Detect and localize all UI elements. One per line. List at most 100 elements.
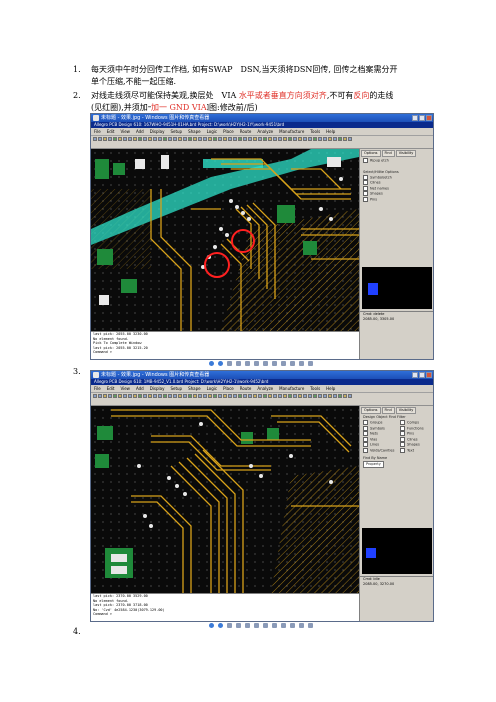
save-icon[interactable] (308, 622, 313, 628)
tool-icon[interactable] (338, 137, 342, 141)
tool-icon[interactable] (223, 394, 227, 398)
tool-icon[interactable] (203, 394, 207, 398)
tool-icon[interactable] (338, 394, 342, 398)
tool-icon[interactable] (318, 394, 322, 398)
tool-icon[interactable] (278, 394, 282, 398)
tool-icon[interactable] (163, 394, 167, 398)
tool-icon[interactable] (138, 394, 142, 398)
zoom-out-icon[interactable] (263, 622, 268, 628)
tool-icon[interactable] (243, 137, 247, 141)
tool-icon[interactable] (298, 137, 302, 141)
prev-icon[interactable] (209, 622, 214, 628)
tool-icon[interactable] (138, 137, 142, 141)
menu-view[interactable]: View (120, 386, 130, 391)
tool-icon[interactable] (303, 394, 307, 398)
menu-route[interactable]: Route (240, 386, 252, 391)
tool-icon[interactable] (228, 137, 232, 141)
tool-icon[interactable] (273, 137, 277, 141)
actual-size-icon[interactable] (236, 622, 241, 628)
tool-icon[interactable] (323, 394, 327, 398)
tool-icon[interactable] (178, 394, 182, 398)
menu-logic[interactable]: Logic (207, 386, 217, 391)
tool-icon[interactable] (208, 137, 212, 141)
pcb-canvas[interactable] (91, 406, 359, 593)
tool-icon[interactable] (233, 137, 237, 141)
tool-icon[interactable] (133, 394, 137, 398)
tool-icon[interactable] (113, 394, 117, 398)
close-icon[interactable] (426, 372, 432, 378)
menu-tools[interactable]: Tools (310, 386, 320, 391)
tool-icon[interactable] (308, 394, 312, 398)
zoom-out-icon[interactable] (263, 360, 268, 366)
rotate-icon[interactable] (272, 360, 277, 366)
tool-icon[interactable] (113, 137, 117, 141)
tool-icon[interactable] (283, 137, 287, 141)
menu-shape[interactable]: Shape (188, 129, 201, 134)
tool-icon[interactable] (253, 394, 257, 398)
tool-icon[interactable] (258, 394, 262, 398)
tool-icon[interactable] (193, 394, 197, 398)
tool-icon[interactable] (128, 137, 132, 141)
tool-icon[interactable] (173, 137, 177, 141)
menu-manufacture[interactable]: Manufacture (279, 386, 304, 391)
tool-icon[interactable] (263, 137, 267, 141)
zoom-in-icon[interactable] (254, 360, 259, 366)
fit-icon[interactable] (227, 622, 232, 628)
menu-edit[interactable]: Edit (107, 129, 115, 134)
menu-route[interactable]: Route (240, 129, 252, 134)
next-icon[interactable] (218, 360, 223, 366)
command-console[interactable]: last pick: 2370.00 3529.00 No element fo… (91, 593, 359, 621)
menu-setup[interactable]: Setup (170, 386, 182, 391)
tool-icon[interactable] (333, 394, 337, 398)
menu-analyze[interactable]: Analyze (257, 386, 273, 391)
tool-icon[interactable] (168, 394, 172, 398)
tool-icon[interactable] (223, 137, 227, 141)
actual-size-icon[interactable] (236, 360, 241, 366)
tool-icon[interactable] (118, 394, 122, 398)
tool-icon[interactable] (148, 137, 152, 141)
tool-icon[interactable] (343, 137, 347, 141)
tool-icon[interactable] (318, 137, 322, 141)
tool-icon[interactable] (283, 394, 287, 398)
tool-icon[interactable] (218, 394, 222, 398)
tool-icon[interactable] (323, 137, 327, 141)
tool-icon[interactable] (348, 137, 352, 141)
tool-icon[interactable] (188, 137, 192, 141)
tool-icon[interactable] (248, 137, 252, 141)
tool-icon[interactable] (168, 137, 172, 141)
tool-icon[interactable] (233, 394, 237, 398)
tool-icon[interactable] (213, 137, 217, 141)
menu-help[interactable]: Help (326, 129, 335, 134)
tool-icon[interactable] (163, 137, 167, 141)
tool-icon[interactable] (178, 137, 182, 141)
tool-icon[interactable] (103, 394, 107, 398)
tool-icon[interactable] (348, 394, 352, 398)
world-view-minimap[interactable] (362, 528, 432, 574)
tab-find[interactable]: Find (381, 150, 395, 157)
tool-icon[interactable] (288, 137, 292, 141)
tool-icon[interactable] (98, 394, 102, 398)
next-icon[interactable] (218, 622, 223, 628)
tool-icon[interactable] (203, 137, 207, 141)
tool-icon[interactable] (213, 394, 217, 398)
tool-icon[interactable] (278, 137, 282, 141)
tool-icon[interactable] (93, 137, 97, 141)
prev-icon[interactable] (209, 360, 214, 366)
tool-icon[interactable] (128, 394, 132, 398)
tool-icon[interactable] (313, 137, 317, 141)
menu-analyze[interactable]: Analyze (257, 129, 273, 134)
filter-text[interactable]: Text (397, 447, 433, 454)
tool-icon[interactable] (268, 137, 272, 141)
tool-icon[interactable] (143, 394, 147, 398)
tool-icon[interactable] (173, 394, 177, 398)
tool-icon[interactable] (308, 137, 312, 141)
tool-icon[interactable] (98, 137, 102, 141)
tool-icon[interactable] (248, 394, 252, 398)
tool-icon[interactable] (183, 137, 187, 141)
world-view-minimap[interactable] (362, 267, 432, 309)
rotate-icon[interactable] (281, 360, 286, 366)
menu-manufacture[interactable]: Manufacture (279, 129, 304, 134)
option-ripup[interactable]: Ripup etch (360, 158, 433, 164)
menu-display[interactable]: Display (150, 386, 165, 391)
tool-icon[interactable] (293, 394, 297, 398)
